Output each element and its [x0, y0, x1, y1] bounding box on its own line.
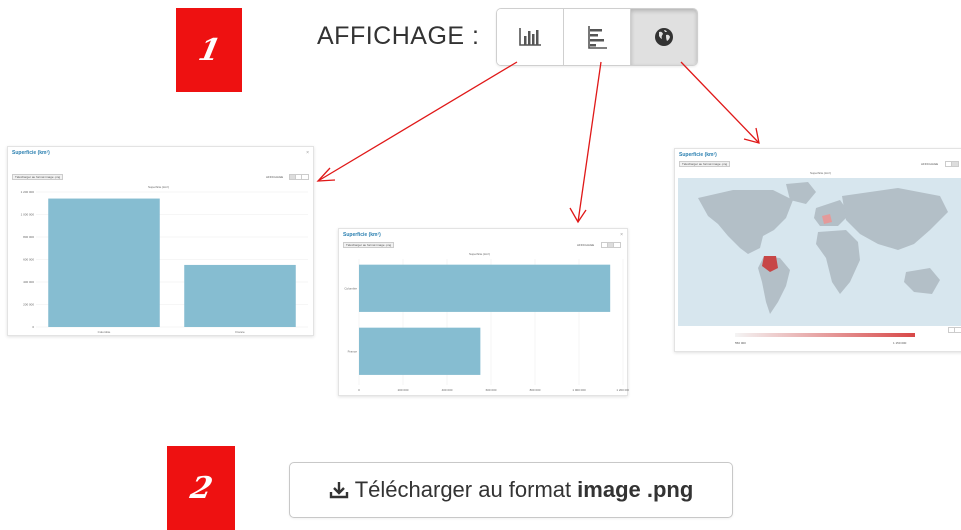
world-map-preview: Superficie (km²) Télécharger au format i…	[674, 148, 961, 352]
y-tick-label: 1 200 000	[21, 190, 35, 194]
y-tick-label: 400 000	[23, 280, 34, 284]
preview-title: Superficie (km²)	[679, 152, 717, 158]
y-tick-label: France	[348, 349, 358, 353]
y-tick-label: 600 000	[23, 258, 34, 262]
bar	[359, 327, 481, 375]
x-tick-label: 600 000	[486, 388, 497, 392]
download-icon	[329, 480, 349, 500]
preview-download-button: Télécharger au format image .png	[679, 161, 731, 167]
y-tick-label: 1 000 000	[21, 213, 35, 217]
bar	[359, 264, 611, 312]
legend-min-label: 550 000	[735, 341, 746, 345]
bar	[48, 198, 160, 327]
preview-chart-subtitle: Superficie (km²)	[810, 171, 832, 175]
x-tick-label: France	[235, 330, 245, 334]
horizontal-bar-chart-preview: Superficie (km²) × Télécharger au format…	[338, 228, 629, 396]
world-map	[678, 178, 961, 326]
map-color-scale	[735, 333, 915, 337]
y-tick-label: 200 000	[23, 303, 34, 307]
vertical-bar-chart: 0 200 000 400 000 600 000 800 000 1 000 000 1 …	[21, 190, 308, 334]
legend-max-label: 1 150 000	[893, 341, 907, 345]
download-format: image .png	[577, 477, 694, 502]
horizontal-bar-chart: 0 200 000 400 000 600 000 800 000 1 000 000 1 …	[344, 259, 629, 392]
download-png-button[interactable]: Télécharger au format image .png	[289, 462, 733, 518]
x-tick-label: 0	[358, 388, 360, 392]
x-tick-label: 400 000	[442, 388, 453, 392]
vertical-bar-chart-preview: Superficie (km²) × Télécharger au format…	[7, 146, 314, 336]
y-tick-label: 0	[32, 325, 34, 329]
x-tick-label: 1 000 000	[572, 388, 586, 392]
x-tick-label: 1 200 000	[616, 388, 629, 392]
y-tick-label: 800 000	[23, 235, 34, 239]
preview-display-label: AFFICHAGE	[921, 162, 939, 166]
download-label: Télécharger au format	[354, 477, 572, 502]
x-tick-label: Colombie	[98, 330, 111, 334]
x-tick-label: 200 000	[398, 388, 409, 392]
map-zoom-controls	[948, 327, 961, 333]
y-tick-label: Colombie	[344, 286, 357, 290]
x-tick-label: 800 000	[530, 388, 541, 392]
preview-display-toggle	[945, 161, 959, 167]
bar	[184, 264, 296, 327]
